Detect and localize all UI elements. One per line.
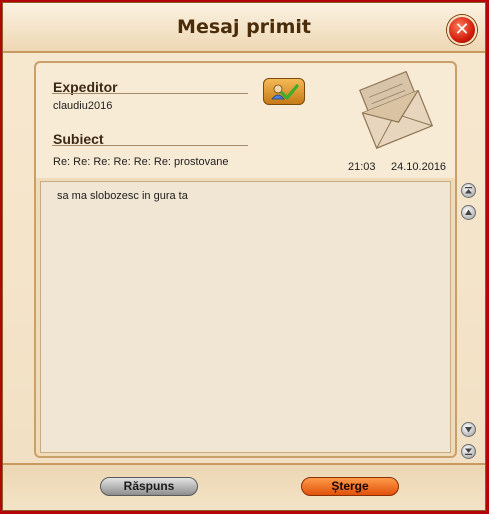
scroll-up-button[interactable] — [461, 205, 476, 220]
envelope-icon — [358, 71, 434, 149]
scroll-bottom-icon — [465, 448, 472, 455]
message-time: 21:03 — [348, 161, 376, 173]
message-window: Mesaj primit ✕ Expeditor claudiu2016 Sub… — [2, 2, 486, 511]
sender-divider — [52, 93, 248, 94]
message-date: 24.10.2016 — [391, 161, 447, 173]
close-icon: ✕ — [454, 19, 470, 40]
message-panel: Expeditor claudiu2016 Subiect Re: Re: Re… — [34, 61, 457, 458]
title-bar: Mesaj primit ✕ — [3, 3, 485, 53]
subject-divider — [52, 145, 248, 146]
footer-bar: Răspuns Șterge — [3, 463, 485, 510]
message-body-text: sa ma slobozesc in gura ta — [57, 190, 188, 202]
verify-sender-button[interactable] — [263, 78, 305, 105]
subject-text: Re: Re: Re: Re: Re: Re: prostovane — [53, 156, 229, 168]
window-title: Mesaj primit — [177, 16, 311, 38]
chevron-up-icon — [465, 209, 472, 215]
message-header: Expeditor claudiu2016 Subiect Re: Re: Re… — [36, 63, 455, 178]
verify-icon — [271, 84, 299, 100]
message-body[interactable]: sa ma slobozesc in gura ta — [40, 181, 451, 453]
scroll-down-button[interactable] — [461, 422, 476, 437]
sender-name: claudiu2016 — [53, 100, 113, 112]
close-button[interactable]: ✕ — [447, 15, 477, 45]
delete-button[interactable]: Șterge — [301, 477, 399, 496]
scroll-top-icon — [465, 187, 472, 194]
scroll-bottom-button[interactable] — [461, 444, 476, 459]
chevron-down-icon — [465, 427, 472, 433]
reply-button[interactable]: Răspuns — [100, 477, 198, 496]
scroll-top-button[interactable] — [461, 183, 476, 198]
